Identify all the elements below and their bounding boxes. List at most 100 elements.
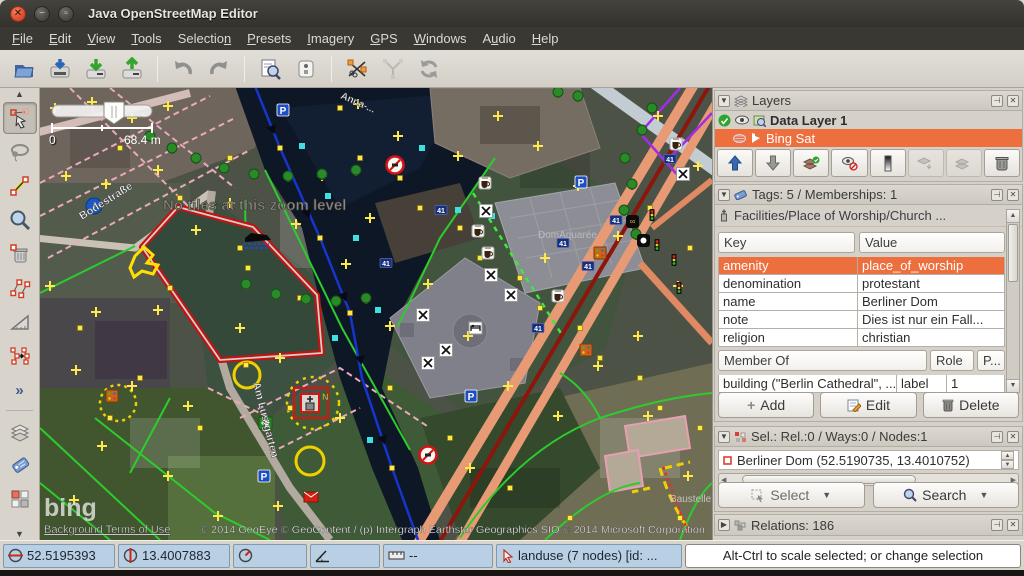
map-view[interactable]: PPPP41414141414141i∞ N 0 68.4 m No tiles…: [40, 88, 712, 540]
layer-duplicate-button[interactable]: [946, 149, 982, 177]
menu-view[interactable]: View: [79, 29, 123, 48]
tag-row[interactable]: religionchristian: [718, 329, 1005, 347]
menu-windows[interactable]: Windows: [406, 29, 475, 48]
tool-parallel-way[interactable]: [3, 272, 37, 304]
undo-button[interactable]: [166, 54, 200, 84]
tool-select[interactable]: [3, 102, 37, 134]
terms-of-use-link[interactable]: Background Terms of Use: [44, 524, 170, 536]
layers-pin-icon[interactable]: ⊣: [991, 95, 1003, 107]
tool-follow-line[interactable]: [3, 340, 37, 372]
layers-close-icon[interactable]: ✕: [1007, 95, 1019, 107]
add-tag-button[interactable]: +Add: [718, 392, 814, 418]
toggle-layers-dialog[interactable]: [3, 415, 37, 447]
collapse-up-icon[interactable]: ▲: [0, 88, 39, 100]
selection-close-icon[interactable]: ✕: [1007, 431, 1019, 443]
tags-collapse-icon[interactable]: ▼: [718, 189, 730, 201]
tool-draw-node[interactable]: [3, 170, 37, 202]
scroll-down-icon[interactable]: ▼: [1007, 379, 1019, 392]
tag-row[interactable]: amenityplace_of_worship: [718, 257, 1005, 275]
member-of-header[interactable]: Member Of: [718, 350, 927, 371]
upload-data-button[interactable]: [115, 54, 149, 84]
status-object-info: landuse (7 nodes) [id: ...: [496, 544, 682, 568]
relations-close-icon[interactable]: ✕: [1007, 519, 1019, 531]
partial-visibility-icon[interactable]: [733, 132, 746, 145]
svg-text:N: N: [322, 392, 329, 402]
tag-row[interactable]: nameBerliner Dom: [718, 293, 1005, 311]
key-column-header[interactable]: Key: [718, 232, 855, 253]
menu-audio[interactable]: Audio: [474, 29, 523, 48]
download-data-button[interactable]: [79, 54, 113, 84]
membership-row[interactable]: building ("Berlin Cathedral", ... label …: [718, 375, 1005, 393]
selection-buttons-row: Select▼ Search▼: [718, 482, 1019, 508]
selection-list-item[interactable]: Berliner Dom (52.5190735, 13.4010752) ▲▼: [718, 450, 1019, 470]
split-way-button[interactable]: [340, 54, 374, 84]
edit-tag-button[interactable]: Edit: [820, 392, 916, 418]
position-header[interactable]: P...: [977, 350, 1005, 371]
menu-help[interactable]: Help: [524, 29, 567, 48]
selection-collapse-icon[interactable]: ▼: [718, 431, 730, 443]
tags-pin-icon[interactable]: ⊣: [991, 189, 1003, 201]
search-preferences-button[interactable]: [253, 54, 287, 84]
layer-merge-button[interactable]: [908, 149, 944, 177]
tag-row[interactable]: noteDies ist nur ein Fall...: [718, 311, 1005, 329]
menu-imagery[interactable]: Imagery: [299, 29, 362, 48]
layer-move-down-button[interactable]: [755, 149, 791, 177]
window-maximize-button[interactable]: ▫: [58, 6, 74, 22]
select-dropdown-arrow[interactable]: ▼: [822, 490, 831, 500]
save-button[interactable]: [43, 54, 77, 84]
tags-title: Tags: 5 / Memberships: 1: [752, 187, 987, 202]
open-file-button[interactable]: [7, 54, 41, 84]
collapse-down-icon[interactable]: ▼: [0, 528, 39, 540]
redo-button[interactable]: [202, 54, 236, 84]
delete-tag-button[interactable]: Delete: [923, 392, 1019, 418]
layer-delete-button[interactable]: [984, 149, 1020, 177]
layer-visibility-button[interactable]: [831, 149, 867, 177]
layer-activate-button[interactable]: [793, 149, 829, 177]
preset-link-row[interactable]: Facilities/Place of Worship/Church ...: [715, 205, 1022, 227]
ruler-icon: [388, 551, 405, 560]
role-header[interactable]: Role: [930, 350, 974, 371]
relations-expand-icon[interactable]: ▶: [718, 519, 730, 531]
menu-selection[interactable]: Selection: [170, 29, 239, 48]
tool-lasso[interactable]: [3, 136, 37, 168]
layer-row-bing[interactable]: Bing Sat: [715, 129, 1022, 147]
menu-presets[interactable]: Presets: [239, 29, 299, 48]
refresh-button[interactable]: [412, 54, 446, 84]
search-dropdown-arrow[interactable]: ▼: [979, 490, 988, 500]
menu-gps[interactable]: GPS: [362, 29, 405, 48]
relations-pin-icon[interactable]: ⊣: [991, 519, 1003, 531]
combine-way-button[interactable]: [376, 54, 410, 84]
value-column-header[interactable]: Value: [859, 232, 1005, 253]
layer-opacity-button[interactable]: [870, 149, 906, 177]
tags-scrollbar[interactable]: ▲ ▼: [1006, 209, 1020, 393]
toggle-dialogs-button[interactable]: [289, 54, 323, 84]
layer-move-up-button[interactable]: [717, 149, 753, 177]
menu-tools[interactable]: Tools: [123, 29, 169, 48]
select-button[interactable]: Select▼: [718, 482, 865, 508]
tags-close-icon[interactable]: ✕: [1007, 189, 1019, 201]
toggle-tags-dialog[interactable]: [3, 449, 37, 481]
list-spinner[interactable]: ▲▼: [1001, 451, 1014, 469]
angle-icon: [315, 549, 330, 563]
svg-text:41: 41: [666, 157, 674, 164]
tool-zoom[interactable]: [3, 204, 37, 236]
scroll-up-icon[interactable]: ▲: [1007, 210, 1019, 223]
menu-file[interactable]: File: [4, 29, 41, 48]
scroll-thumb[interactable]: [1008, 224, 1018, 282]
search-button[interactable]: Search▼: [873, 482, 1020, 508]
visibility-eye-icon[interactable]: [735, 115, 749, 125]
tool-measure[interactable]: [3, 306, 37, 338]
window-close-button[interactable]: ✕: [10, 6, 26, 22]
tool-delete[interactable]: [3, 238, 37, 270]
layers-collapse-icon[interactable]: ▼: [718, 95, 730, 107]
tool-more[interactable]: »: [3, 374, 37, 406]
tag-row[interactable]: denominationprotestant: [718, 275, 1005, 293]
selection-pin-icon[interactable]: ⊣: [991, 431, 1003, 443]
layers-dialog: ▼ Layers ⊣ ✕ Data Layer 1 Bing Sat: [714, 90, 1023, 182]
menu-edit[interactable]: Edit: [41, 29, 79, 48]
toggle-relations-dialog[interactable]: [3, 483, 37, 515]
layers-title: Layers: [752, 93, 987, 108]
layer-row-data[interactable]: Data Layer 1: [715, 111, 1022, 129]
relations-dialog: ▶ Relations: 186 ⊣ ✕: [714, 514, 1023, 536]
window-minimize-button[interactable]: −: [34, 6, 50, 22]
